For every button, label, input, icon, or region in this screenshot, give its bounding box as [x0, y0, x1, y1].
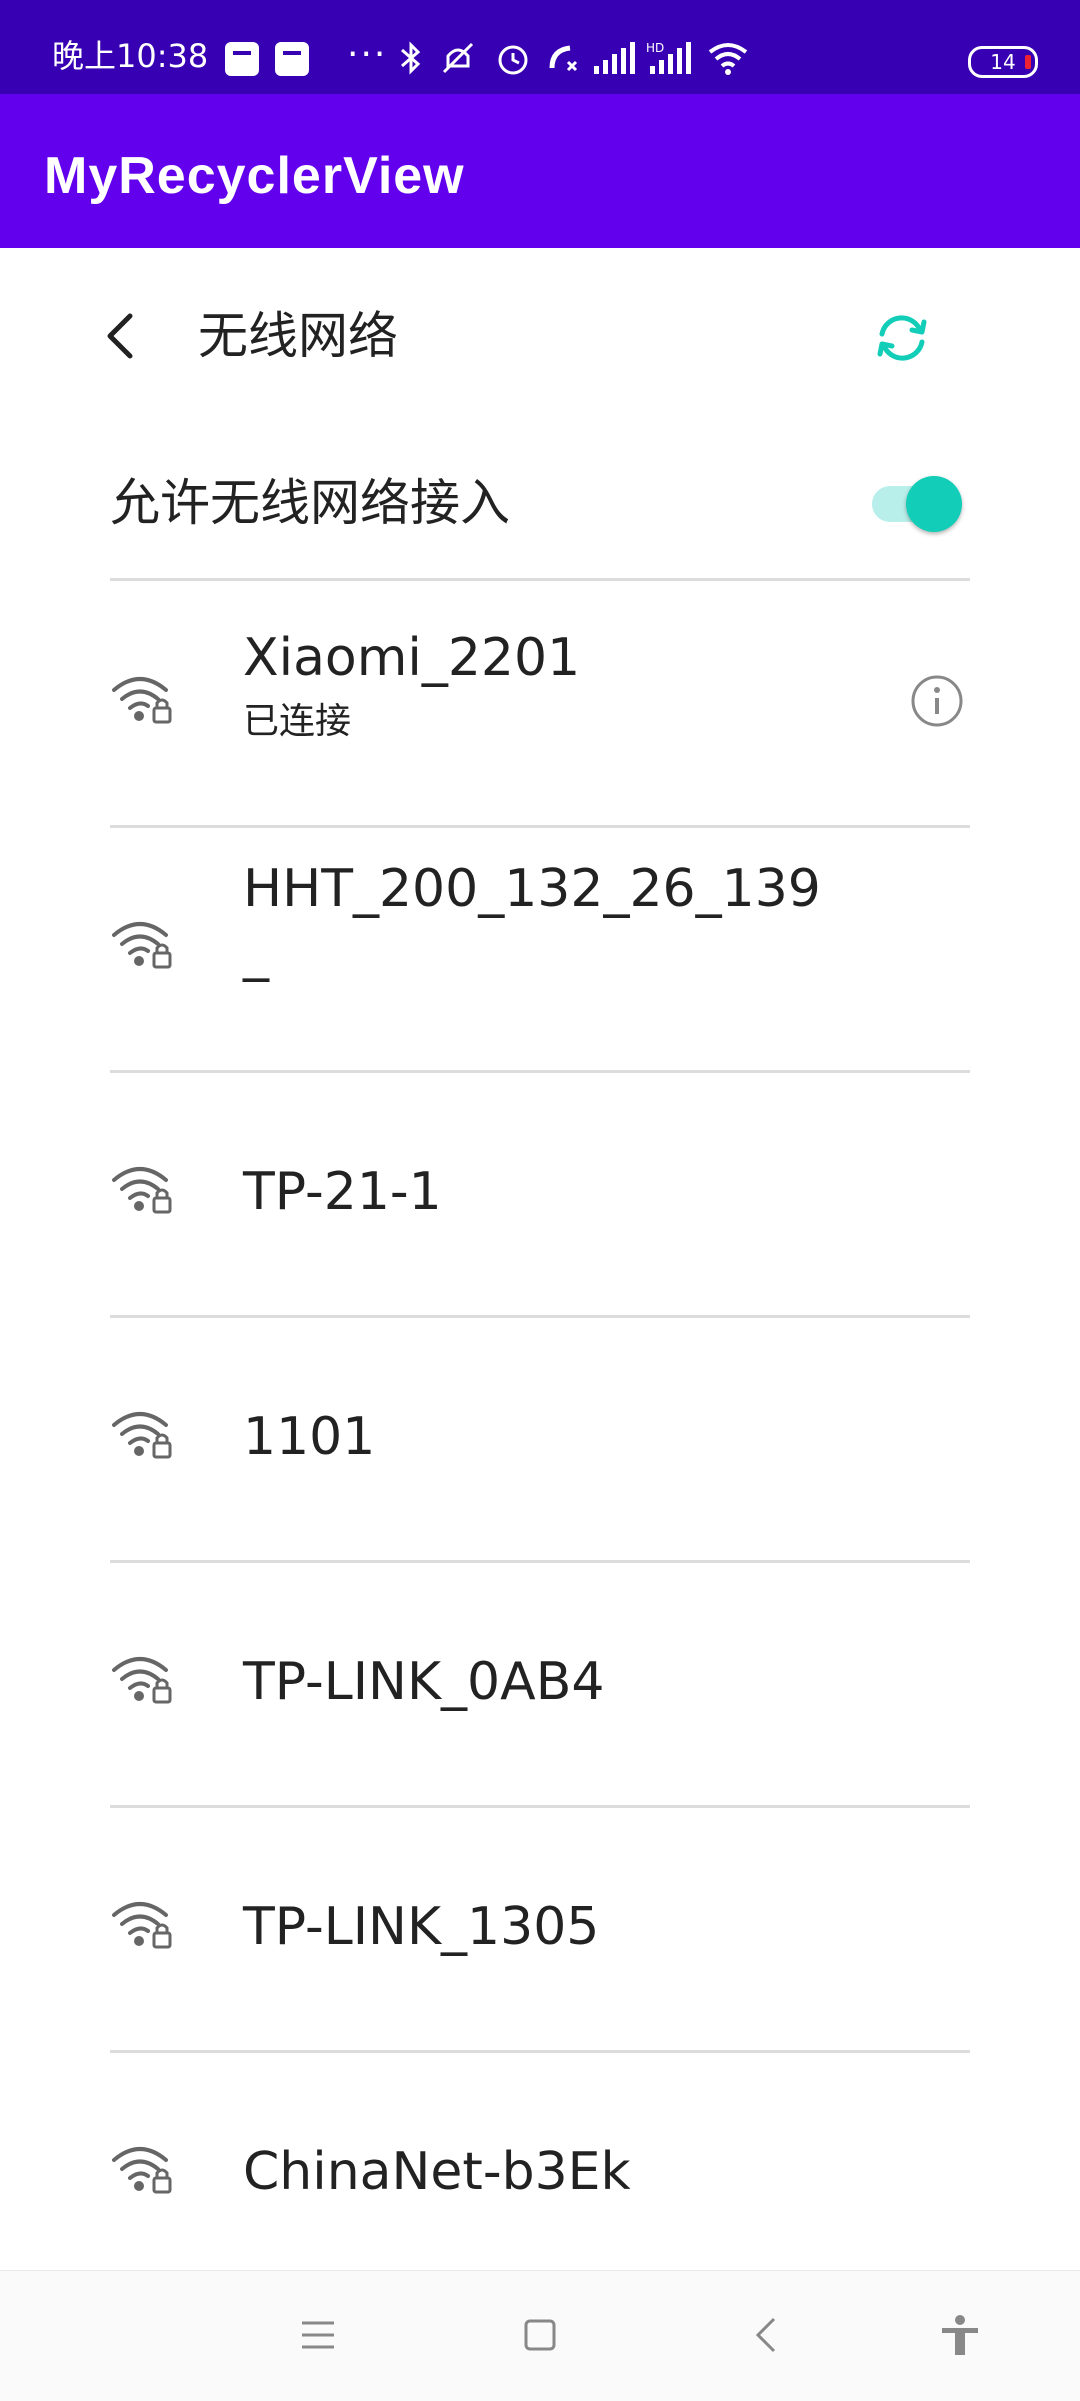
status-more-dots: ··· — [347, 34, 388, 75]
wifi-list-item[interactable]: Xiaomi_2201 已连接 — [0, 580, 1080, 825]
alarm-icon — [498, 45, 528, 75]
wifi-lock-icon — [112, 1167, 172, 1214]
signal-icon — [594, 42, 635, 74]
mi-notification-icon — [225, 42, 259, 76]
wifi-name: HHT_200_132_26_139 — [243, 859, 821, 919]
home-icon[interactable] — [518, 2313, 562, 2357]
refresh-icon[interactable] — [870, 306, 934, 370]
status-icons: HD 14 — [398, 40, 1038, 80]
wifi-name: 1101 — [243, 1407, 376, 1467]
wifi-lock-icon — [112, 677, 172, 724]
menu-icon[interactable] — [296, 2313, 340, 2357]
navigation-bar — [0, 2270, 1080, 2401]
wifi-lock-icon — [112, 1412, 172, 1459]
wifi-list-item[interactable]: TP-LINK_0AB4 — [0, 1560, 1080, 1805]
wifi-list-item[interactable]: 1101 — [0, 1315, 1080, 1560]
page-title: 无线网络 — [198, 307, 398, 365]
wifi-name: Xiaomi_2201 — [243, 628, 581, 688]
bluetooth-icon — [401, 41, 421, 75]
wifi-list-item[interactable]: TP-21-1 — [0, 1070, 1080, 1315]
back-icon[interactable] — [746, 2313, 790, 2357]
wifi-name-continued: _ — [243, 923, 269, 983]
wifi-name: ChinaNet-b3Ek — [243, 2142, 631, 2202]
status-time: 晚上10:38 — [52, 37, 209, 75]
wifi-lock-icon — [112, 2147, 172, 2194]
call-icon — [549, 45, 578, 72]
wifi-lock-icon — [112, 1902, 172, 1949]
toggle-knob — [906, 476, 962, 532]
wifi-icon — [708, 43, 748, 75]
info-icon[interactable] — [908, 672, 966, 730]
mi-notification-icon — [275, 42, 309, 76]
wifi-name: TP-21-1 — [243, 1162, 442, 1222]
status-bar: 晚上10:38 ··· HD 14 — [0, 0, 1080, 94]
svg-text:HD: HD — [646, 41, 664, 55]
battery-icon: 14 — [968, 46, 1038, 78]
mute-icon — [442, 42, 474, 74]
hd-signal-icon: HD — [646, 41, 691, 74]
accessibility-icon[interactable] — [938, 2313, 982, 2357]
wifi-lock-icon — [112, 922, 172, 969]
wifi-name: TP-LINK_0AB4 — [243, 1652, 605, 1712]
wifi-list-item[interactable]: ChinaNet-b3Ek — [0, 2050, 1080, 2295]
wifi-lock-icon — [112, 1657, 172, 1704]
battery-level: 14 — [990, 50, 1016, 74]
wifi-list-item[interactable]: HHT_200_132_26_139 _ — [0, 825, 1080, 1070]
wifi-list-item[interactable]: TP-LINK_1305 — [0, 1805, 1080, 2050]
wifi-toggle[interactable] — [872, 476, 962, 532]
app-bar: MyRecyclerView — [0, 94, 1080, 248]
wifi-name: TP-LINK_1305 — [243, 1897, 600, 1957]
back-button[interactable] — [96, 306, 144, 366]
wifi-status: 已连接 — [243, 701, 352, 742]
wifi-toggle-label: 允许无线网络接入 — [110, 474, 510, 532]
app-title: MyRecyclerView — [44, 147, 465, 205]
